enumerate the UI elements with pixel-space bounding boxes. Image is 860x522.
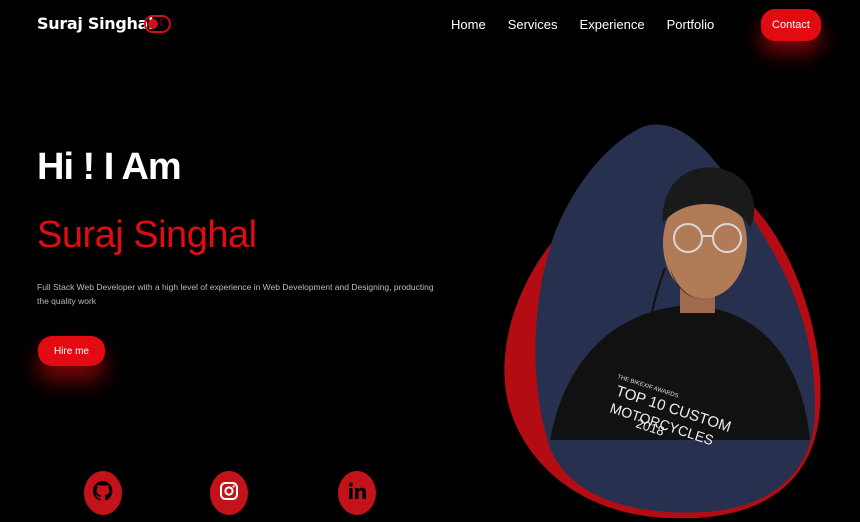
nav-links: Home Services Experience Portfolio	[451, 17, 736, 32]
hero-greeting: Hi ! I Am	[37, 146, 182, 188]
hero-name: Suraj Singhal	[37, 214, 257, 256]
toggle-knob	[148, 19, 158, 29]
nav-link-home[interactable]: Home	[451, 17, 486, 32]
hero-description: Full Stack Web Developer with a high lev…	[37, 282, 434, 306]
linkedin-link[interactable]	[338, 471, 376, 515]
github-link[interactable]	[84, 471, 122, 515]
nav-link-services[interactable]: Services	[508, 17, 558, 32]
nav-link-portfolio[interactable]: Portfolio	[667, 17, 715, 32]
moon-icon: ☾	[158, 19, 167, 29]
nav-link-experience[interactable]: Experience	[580, 17, 645, 32]
linkedin-icon	[345, 479, 369, 507]
brand-logo[interactable]: Suraj Singhal	[37, 14, 154, 33]
hire-me-button[interactable]: Hire me	[38, 336, 105, 366]
github-icon	[91, 479, 115, 507]
portrait-illustration: THE BIKEXIF AWARDS TOP 10 CUSTOM MOTORCY…	[495, 118, 825, 519]
theme-toggle[interactable]: ☾	[144, 15, 171, 33]
instagram-link[interactable]	[210, 471, 248, 515]
instagram-icon	[217, 479, 241, 507]
contact-button[interactable]: Contact	[761, 9, 821, 41]
navbar: Suraj Singhal ☾ Home Services Experience…	[0, 0, 860, 52]
